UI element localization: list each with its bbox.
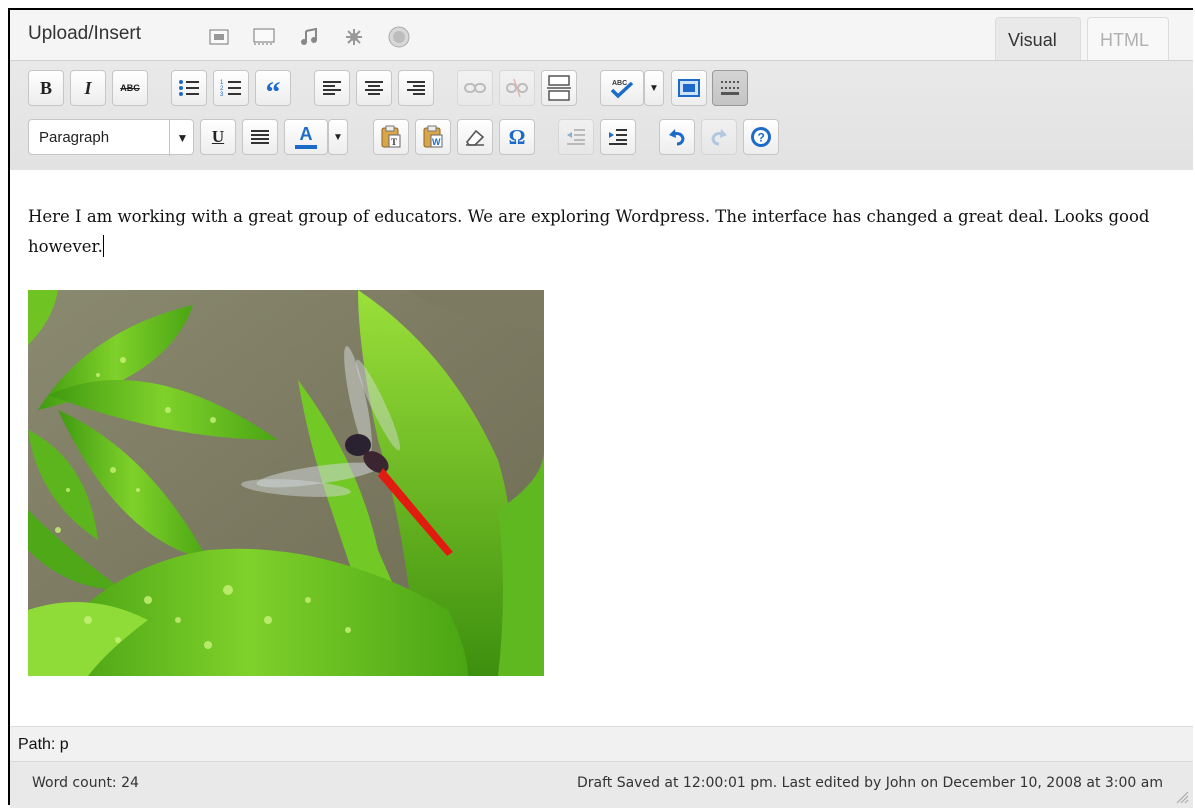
add-audio-icon[interactable]	[296, 24, 322, 50]
format-select-value: Paragraph	[39, 129, 110, 146]
text-color-label: A	[299, 124, 313, 144]
align-center-icon	[365, 81, 383, 95]
paragraph-text: Here I am working with a great group of …	[28, 207, 1150, 256]
undo-icon	[669, 129, 685, 146]
chevron-down-icon: ▼	[169, 120, 195, 156]
spellcheck-icon: ABC	[610, 80, 634, 99]
dragonfly-photo[interactable]	[28, 290, 544, 676]
unlink-button[interactable]	[499, 70, 535, 106]
redo-button[interactable]	[701, 119, 737, 155]
help-button[interactable]: ?	[743, 119, 779, 155]
align-right-button[interactable]	[398, 70, 434, 106]
spellcheck-language-dropdown[interactable]: ▼	[644, 70, 664, 106]
draft-saved-status: Draft Saved at 12:00:01 pm. Last edited …	[576, 775, 1163, 791]
toolbar-row-1: B I ABC 123 “ ABC ▼	[28, 70, 1178, 109]
strikethrough-button[interactable]: ABC	[112, 70, 148, 106]
paste-text-button[interactable]: T	[373, 119, 409, 155]
svg-text:ABC: ABC	[612, 80, 627, 87]
more-tag-icon	[547, 75, 571, 101]
outdent-icon	[567, 129, 585, 145]
paste-word-icon: W	[423, 125, 443, 148]
kitchen-sink-toggle[interactable]	[712, 70, 748, 106]
underline-label: U	[211, 127, 225, 146]
clear-formatting-button[interactable]	[457, 119, 493, 155]
fullscreen-button[interactable]	[671, 70, 707, 106]
editor-content-area[interactable]: Here I am working with a great group of …	[10, 170, 1193, 726]
word-count: Word count: 24	[32, 775, 139, 791]
bullet-list-button[interactable]	[171, 70, 207, 106]
insert-more-button[interactable]	[541, 70, 577, 106]
blockquote-button[interactable]: “	[255, 70, 291, 109]
special-character-button[interactable]: Ω	[499, 119, 535, 155]
justify-icon	[251, 130, 269, 144]
bold-button[interactable]: B	[28, 70, 64, 106]
chevron-down-icon: ▼	[649, 82, 659, 94]
link-icon	[464, 83, 486, 93]
svg-text:T: T	[391, 137, 397, 147]
indent-button[interactable]	[600, 119, 636, 155]
resize-handle-icon[interactable]	[1175, 790, 1189, 804]
unlink-icon	[506, 78, 528, 98]
text-color-swatch	[295, 145, 317, 149]
element-path: Path: p	[18, 736, 69, 753]
svg-text:W: W	[432, 137, 441, 147]
fullscreen-icon	[678, 79, 700, 97]
add-media-icon[interactable]	[341, 24, 367, 50]
add-poll-icon[interactable]	[386, 24, 412, 50]
numbered-list-icon: 123	[220, 80, 241, 97]
undo-button[interactable]	[659, 119, 695, 155]
underline-button[interactable]: U	[200, 119, 236, 155]
omega-icon: Ω	[508, 124, 526, 149]
toolbar-row-2: Paragraph ▼ U A ▼ T W Ω ?	[28, 119, 1178, 156]
bullet-list-icon	[179, 80, 199, 96]
insert-link-button[interactable]	[457, 70, 493, 106]
post-editor: Upload/Insert Visual HTML B I ABC 1 2 3 …	[8, 8, 1193, 808]
justify-button[interactable]	[242, 119, 278, 155]
kitchen-sink-icon	[721, 81, 739, 95]
text-color-button[interactable]: A	[284, 119, 328, 155]
outdent-button[interactable]	[558, 119, 594, 155]
spellcheck-button[interactable]: ABC	[600, 70, 644, 106]
add-video-icon[interactable]	[251, 24, 277, 50]
italic-label: I	[84, 77, 92, 98]
italic-button[interactable]: I	[70, 70, 106, 106]
upload-insert-label: Upload/Insert	[28, 23, 142, 44]
paste-word-button[interactable]: W	[415, 119, 451, 155]
format-select[interactable]: Paragraph ▼	[28, 119, 195, 156]
text-color-dropdown[interactable]: ▼	[328, 119, 348, 155]
help-icon: ?	[751, 127, 771, 147]
media-buttons-bar: Upload/Insert Visual HTML	[10, 10, 1193, 61]
tab-html[interactable]: HTML	[1087, 17, 1169, 61]
align-right-icon	[407, 81, 425, 95]
add-image-icon[interactable]	[206, 24, 232, 50]
numbered-list-button[interactable]: 123	[213, 70, 249, 106]
indent-icon	[609, 129, 627, 145]
tab-visual[interactable]: Visual	[995, 17, 1081, 61]
align-left-button[interactable]	[314, 70, 350, 106]
eraser-icon	[466, 129, 485, 146]
media-icons	[206, 24, 412, 50]
element-path-bar: Path: p	[10, 726, 1193, 761]
text-cursor	[102, 235, 104, 257]
strikethrough-label: ABC	[120, 83, 140, 93]
chevron-down-icon: ▼	[333, 131, 343, 143]
paste-text-icon: T	[381, 125, 401, 148]
align-left-icon	[323, 81, 341, 95]
editor-status-bar: Word count: 24 Draft Saved at 12:00:01 p…	[10, 761, 1193, 808]
redo-icon	[711, 129, 727, 146]
svg-text:3: 3	[220, 92, 224, 97]
editor-toolbar: B I ABC 123 “ ABC ▼ Paragraph ▼ U A ▼ T …	[10, 60, 1193, 171]
bold-label: B	[39, 77, 52, 98]
align-center-button[interactable]	[356, 70, 392, 106]
blockquote-label: “	[265, 76, 281, 109]
post-paragraph[interactable]: Here I am working with a great group of …	[28, 202, 1178, 262]
svg-text:?: ?	[758, 131, 765, 145]
text-color-icon: A	[295, 125, 317, 149]
